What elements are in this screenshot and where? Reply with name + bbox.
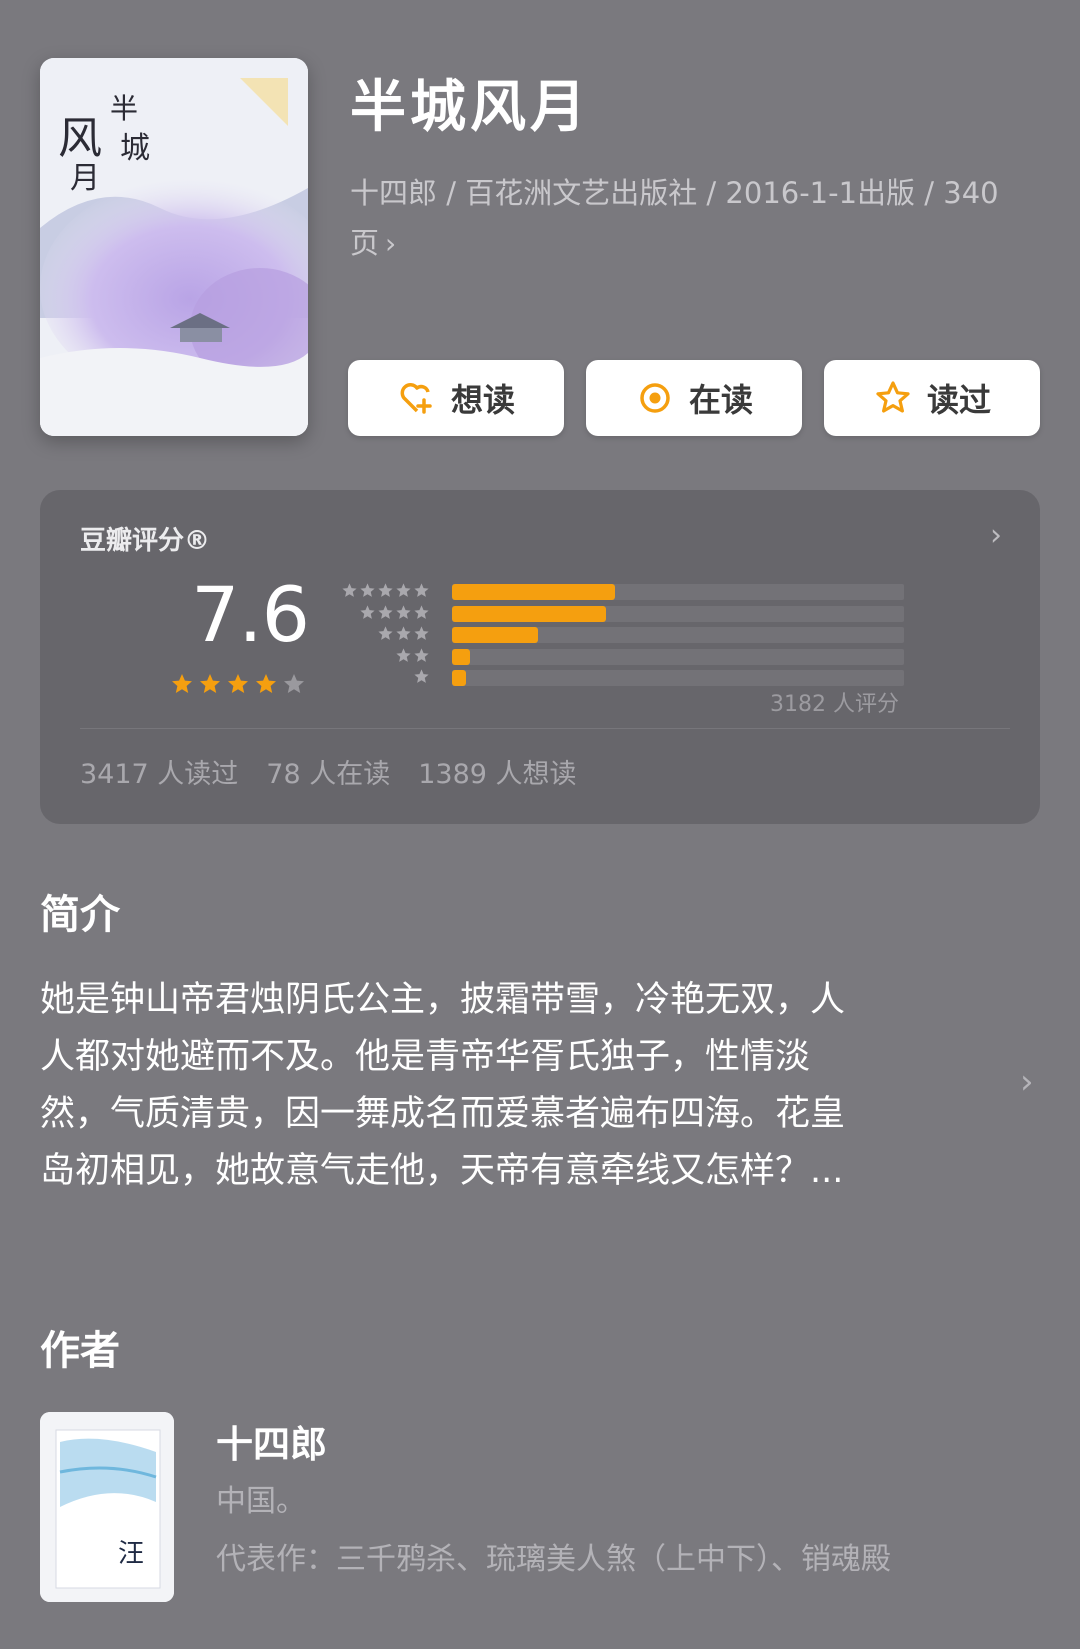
chevron-right-icon: › [990, 518, 1002, 553]
book-meta-line2-wrap: 页 › [350, 218, 1010, 269]
svg-text:月: 月 [70, 161, 100, 196]
distribution-track [452, 605, 904, 622]
rating-count: 3182 人评分 [770, 692, 899, 717]
distribution-track [452, 627, 904, 643]
star-small-icon [378, 626, 393, 640]
read-count: 3417 人读过 [80, 759, 239, 790]
star-filled-icon [200, 674, 220, 693]
star-small-icon [378, 604, 393, 619]
heart-plus-icon [397, 378, 437, 418]
star-small-icon [396, 647, 411, 662]
book-title: 半城风月 [350, 75, 590, 140]
rating-distribution [340, 582, 904, 690]
star-small-icon [360, 604, 375, 619]
intro-section-title: 简介 [40, 892, 120, 938]
book-meta[interactable]: 十四郎 / 百花洲文艺出版社 / 2016-1-1出版 / 340 页 › [350, 168, 1010, 269]
distribution-bar [452, 605, 606, 622]
star-small-icon [414, 604, 429, 619]
rating-distribution-row [340, 604, 904, 626]
distribution-stars [359, 604, 430, 622]
svg-text:汪: 汪 [118, 1539, 144, 1569]
author-thumbnail-artwork: 汪 [40, 1412, 174, 1602]
intro-text[interactable]: 她是钟山帝君烛阴氏公主，披霜带雪，冷艳无双，人 人都对她避而不及。他是青帝华胥氏… [40, 972, 970, 1200]
rating-stars [170, 672, 306, 696]
want-count: 1389 人想读 [418, 759, 577, 790]
distribution-stars [413, 668, 430, 686]
svg-text:风: 风 [58, 113, 102, 164]
distribution-bar [452, 584, 615, 600]
action-buttons: 想读 在读 读过 [348, 360, 1040, 436]
distribution-track [452, 670, 904, 686]
have-read-button[interactable]: 读过 [824, 360, 1040, 436]
distribution-stars [377, 625, 430, 643]
star-small-icon [378, 583, 393, 597]
star-small-icon [396, 626, 411, 640]
cover-artwork: 风 半 城 月 [40, 58, 308, 436]
book-cover[interactable]: 风 半 城 月 [40, 58, 308, 436]
rating-distribution-row [340, 582, 904, 604]
svg-text:半: 半 [110, 92, 138, 125]
distribution-track [452, 648, 904, 665]
rating-score: 7.6 [191, 570, 310, 659]
reading-count: 78 人在读 [266, 759, 391, 790]
star-small-icon [396, 583, 411, 597]
want-to-read-button[interactable]: 想读 [348, 360, 564, 436]
rating-card[interactable]: 豆瓣评分® › 7.6 3182 人评分 3417 人读过 78 人在读 138… [40, 490, 1040, 824]
star-small-icon [414, 647, 429, 662]
distribution-track [452, 584, 904, 600]
chevron-right-icon[interactable]: › [1020, 1062, 1034, 1102]
rating-label: 豆瓣评分® [80, 526, 211, 556]
star-small-icon [414, 626, 429, 640]
star-small-icon [414, 669, 429, 683]
distribution-bar [452, 627, 538, 643]
star-small-icon [396, 604, 411, 619]
star-filled-icon [172, 674, 192, 693]
book-meta-line1: 十四郎 / 百花洲文艺出版社 / 2016-1-1出版 / 340 [350, 176, 999, 210]
author-book-thumbnail[interactable]: 汪 [40, 1412, 174, 1602]
rating-distribution-row [340, 647, 904, 669]
star-outline-icon [873, 378, 913, 418]
star-small-icon [342, 583, 357, 597]
chevron-right-icon: › [385, 227, 397, 260]
distribution-stars [341, 582, 430, 600]
divider [80, 728, 1010, 729]
star-filled-icon [256, 674, 276, 693]
distribution-stars [395, 647, 430, 665]
intro-line: 她是钟山帝君烛阴氏公主，披霜带雪，冷艳无双，人 [40, 980, 846, 1020]
svg-text:城: 城 [120, 131, 150, 166]
star-empty-icon [284, 674, 304, 693]
reading-button[interactable]: 在读 [586, 360, 802, 436]
intro-line: 然，气质清贵，因一舞成名而爱慕者遍布四海。花皇 [40, 1094, 846, 1134]
star-filled-icon [228, 674, 248, 693]
target-circle-icon [635, 378, 675, 418]
distribution-bar [452, 670, 466, 686]
intro-line: 人都对她避而不及。他是青帝华胥氏独子，性情淡 [40, 1037, 811, 1077]
author-name[interactable]: 十四郎 [216, 1414, 327, 1468]
want-to-read-label: 想读 [450, 381, 515, 419]
rating-distribution-row [340, 625, 904, 647]
distribution-bar [452, 648, 470, 665]
have-read-label: 读过 [926, 381, 991, 419]
reader-stats: 3417 人读过 78 人在读 1389 人想读 [80, 752, 577, 791]
author-section-title: 作者 [40, 1328, 120, 1374]
book-meta-line2: 页 [350, 226, 380, 260]
star-small-icon [414, 583, 429, 597]
star-small-icon [360, 583, 375, 597]
intro-line: 岛初相见，她故意气走他，天帝有意牵线又怎样？... [40, 1151, 844, 1191]
reading-label: 在读 [688, 381, 753, 419]
book-detail-page: 风 半 城 月 半城风月 十四郎 / 百花洲文艺出版社 / 2016-1-1出版… [0, 0, 1080, 1649]
author-works: 代表作：三千鸦杀、琉璃美人煞（上中下）、销魂殿 [216, 1542, 891, 1577]
author-country: 中国。 [216, 1484, 306, 1519]
